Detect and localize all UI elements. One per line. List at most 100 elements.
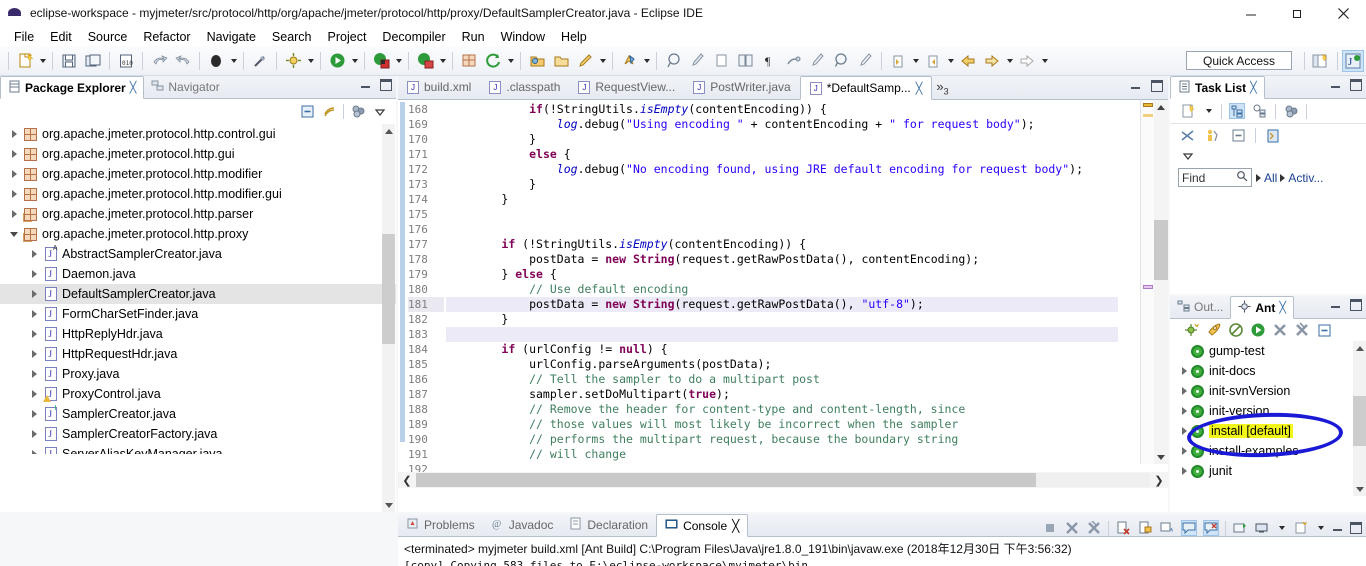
show-whitespace-icon[interactable]: ¶ — [758, 50, 780, 72]
scroll-up-icon[interactable] — [1353, 341, 1366, 355]
java-perspective-icon[interactable]: J — [1342, 49, 1364, 72]
focus-on-workweek-icon[interactable] — [1283, 103, 1299, 119]
tree-item[interactable]: Proxy.java — [0, 364, 396, 384]
new-wizard-icon[interactable] — [14, 50, 36, 72]
coverage-dropdown[interactable] — [437, 50, 448, 72]
menu-project[interactable]: Project — [320, 29, 375, 45]
overview-ruler[interactable] — [1140, 100, 1154, 464]
tab-javadoc[interactable]: @ Javadoc — [483, 513, 562, 536]
debug-icon[interactable] — [370, 50, 392, 72]
open-perspective-icon[interactable] — [1309, 50, 1331, 72]
menu-navigate[interactable]: Navigate — [199, 29, 264, 45]
editor-tab[interactable]: J PostWriter.java — [684, 75, 799, 99]
scrollbar-track[interactable] — [416, 473, 1150, 487]
maximize-view-icon[interactable] — [1350, 299, 1362, 311]
close-icon[interactable]: ╳ — [916, 82, 923, 95]
skip-breakpoints-dropdown[interactable] — [228, 50, 239, 72]
disconnect-icon[interactable] — [249, 50, 271, 72]
menu-window[interactable]: Window — [493, 29, 553, 45]
menu-search[interactable]: Search — [264, 29, 320, 45]
code-line[interactable]: else { — [446, 147, 1118, 162]
twisty-collapsed-icon[interactable] — [26, 350, 42, 358]
next-annotation-dropdown[interactable] — [641, 50, 652, 72]
open-task-icon[interactable] — [1265, 128, 1281, 144]
collapse-all-icon[interactable] — [299, 104, 315, 120]
menu-file[interactable]: File — [6, 29, 42, 45]
open-console-dropdown[interactable] — [1315, 517, 1326, 539]
view-menu-icon[interactable] — [1180, 148, 1196, 164]
code-line[interactable]: request.getHeaderManager().removeHeaderN… — [446, 462, 1118, 464]
code-line[interactable]: log.debug("No encoding found, using JRE … — [446, 162, 1118, 177]
open-folder-icon[interactable] — [550, 50, 572, 72]
chevron-right-icon[interactable] — [1280, 173, 1286, 182]
close-icon[interactable]: ╳ — [1279, 301, 1286, 314]
close-icon[interactable] — [1320, 0, 1366, 27]
show-stdout-icon[interactable] — [1181, 520, 1197, 536]
previous-edit-icon[interactable] — [887, 50, 909, 72]
forward-icon[interactable] — [981, 50, 1003, 72]
tab-package-explorer[interactable]: Package Explorer ╳ — [0, 76, 145, 99]
add-buildfiles-icon[interactable] — [1184, 322, 1200, 338]
run-dropdown[interactable] — [349, 50, 360, 72]
scroll-down-icon[interactable] — [1154, 450, 1168, 464]
link-with-editor-icon[interactable] — [321, 104, 337, 120]
minimize-view-icon[interactable] — [1332, 522, 1344, 534]
collapse-all-icon[interactable] — [1230, 128, 1246, 144]
filter-activate[interactable]: Activ... — [1288, 171, 1323, 185]
menu-run[interactable]: Run — [454, 29, 493, 45]
code-line[interactable] — [446, 207, 1118, 222]
refresh-icon[interactable] — [482, 50, 504, 72]
scrollbar-thumb[interactable] — [1154, 220, 1168, 280]
display-console-icon[interactable] — [1254, 520, 1270, 536]
ant-target-item[interactable]: init-docs — [1170, 361, 1366, 381]
code-line[interactable]: } — [446, 177, 1118, 192]
scroll-left-icon[interactable]: ❮ — [398, 472, 416, 488]
code-line[interactable]: } — [446, 192, 1118, 207]
tab-navigator[interactable]: Navigator — [144, 75, 226, 98]
run-icon[interactable] — [326, 50, 348, 72]
scroll-right-icon[interactable]: ❯ — [1150, 472, 1168, 488]
editor-tab-overflow[interactable]: »3 — [932, 79, 952, 97]
minimize-icon[interactable] — [1228, 0, 1274, 27]
minimize-view-icon[interactable] — [1330, 299, 1342, 311]
search-dropdown[interactable] — [597, 50, 608, 72]
close-icon[interactable]: ╳ — [130, 81, 137, 94]
view-menu-filter-icon[interactable] — [350, 104, 366, 120]
maximize-icon[interactable] — [1274, 0, 1320, 27]
quick-fix-icon[interactable] — [806, 50, 828, 72]
ant-target-item[interactable]: install-examples — [1170, 441, 1366, 461]
twisty-collapsed-icon[interactable] — [26, 370, 42, 378]
tab-console[interactable]: Console ╳ — [656, 514, 749, 537]
close-icon[interactable]: ╳ — [732, 519, 739, 533]
tree-item[interactable]: org.apache.jmeter.protocol.http.modifier — [0, 164, 396, 184]
menu-decompiler[interactable]: Decompiler — [374, 29, 453, 45]
tree-item[interactable]: org.apache.jmeter.protocol.http.gui — [0, 144, 396, 164]
tree-item[interactable]: SamplerCreator.java — [0, 404, 396, 424]
run-icon[interactable] — [1250, 322, 1266, 338]
categorized-mode-icon[interactable] — [1229, 103, 1245, 119]
tab-ant[interactable]: Ant ╳ — [1230, 296, 1294, 319]
twisty-collapsed-icon[interactable] — [26, 270, 42, 278]
collapse-all-icon[interactable] — [1316, 322, 1332, 338]
editor-vertical-scrollbar[interactable] — [1154, 100, 1168, 464]
run-default-target-icon[interactable] — [1206, 322, 1222, 338]
ant-target-item[interactable]: junit — [1170, 461, 1366, 481]
tree-item[interactable]: AbstractSamplerCreator.java — [0, 244, 396, 264]
code-line[interactable]: // Use default encoding — [446, 282, 1118, 297]
pin-icon[interactable] — [686, 50, 708, 72]
toggle-binary-icon[interactable]: 010 — [115, 50, 137, 72]
maximize-view-icon[interactable] — [1350, 522, 1362, 534]
tab-problems[interactable]: Problems — [398, 513, 483, 536]
package-explorer-tree[interactable]: org.apache.jmeter.protocol.http.control.… — [0, 124, 396, 454]
menu-refactor[interactable]: Refactor — [135, 29, 198, 45]
refresh-dropdown[interactable] — [505, 50, 516, 72]
twisty-expanded-icon[interactable] — [6, 231, 22, 237]
print-icon[interactable] — [662, 50, 684, 72]
console-output[interactable]: <terminated> myjmeter build.xml [Ant Bui… — [398, 537, 1366, 566]
filter-all[interactable]: All — [1264, 171, 1277, 185]
tab-declaration[interactable]: Declaration — [561, 513, 656, 536]
ant-target-item[interactable]: gump-test — [1170, 341, 1366, 361]
new-wizard-dropdown[interactable] — [37, 50, 48, 72]
ant-build-dropdown[interactable] — [305, 50, 316, 72]
ant-targets-tree[interactable]: gump-test init-docs init-svnVersion init-ve… — [1170, 341, 1366, 491]
